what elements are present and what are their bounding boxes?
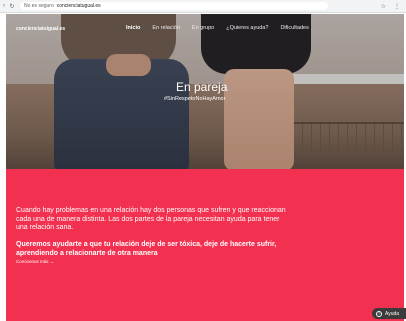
browser-toolbar: ‹ ↻ No es seguro concienciatugual.es ☆ ⋮ [0,0,406,13]
hero-title: En pareja [176,80,228,94]
hero-banner: concienciatuigual.es Inicio En relación … [6,14,404,169]
hero-hashtag: #SinRespetoNoHayAmor [164,96,226,102]
star-icon[interactable]: ☆ [381,3,386,10]
help-button[interactable]: ? Ayuda [372,308,406,319]
back-icon[interactable]: ‹ [0,3,8,9]
url-text: concienciatugual.es [56,3,101,9]
reload-icon[interactable]: ↻ [8,3,16,10]
address-bar[interactable]: No es seguro concienciatugual.es [20,2,328,10]
site-logo[interactable]: concienciatuigual.es [16,26,65,32]
nav-item-quieres-ayuda[interactable]: ¿Quieres ayuda? [226,25,268,31]
help-label: Ayuda [385,310,400,317]
more-link[interactable]: Conócenos más → [16,259,54,264]
security-indicator[interactable]: No es seguro [24,3,54,9]
nav-item-en-relacion[interactable]: En relación [152,25,180,31]
help-icon: ? [376,310,382,317]
nav-item-dificultades[interactable]: Dificultades [280,25,308,31]
highlight-text: Queremos ayudarte a que tu relación deje… [16,241,277,257]
nav-item-en-grupo[interactable]: En grupo [192,25,214,31]
nav-item-inicio[interactable]: Inicio [126,25,140,31]
main-nav: Inicio En relación En grupo ¿Quieres ayu… [126,25,309,31]
menu-icon[interactable]: ⋮ [394,3,400,10]
intro-section: Cuando hay problemas en una relación hay… [6,169,404,321]
intro-text: Cuando hay problemas en una relación hay… [16,207,286,232]
